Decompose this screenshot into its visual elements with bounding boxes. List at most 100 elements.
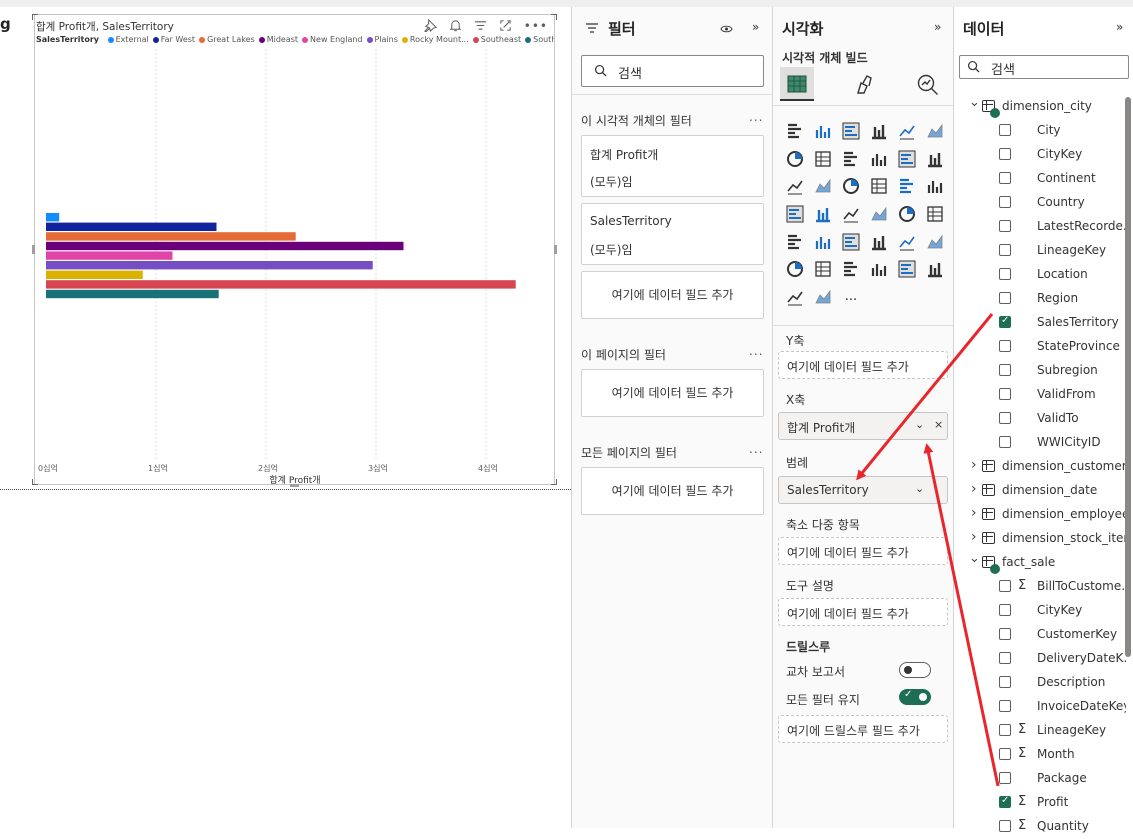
- paginated-visual-icon[interactable]: [893, 255, 921, 283]
- bar-plains[interactable]: [46, 261, 373, 270]
- field-checkbox[interactable]: [999, 268, 1011, 280]
- field-billtocustome-[interactable]: Σ BillToCustome...: [954, 575, 1126, 599]
- legend-item[interactable]: External: [107, 35, 149, 44]
- legend-item[interactable]: Southeast: [472, 35, 521, 44]
- field-profit[interactable]: ✓ Σ Profit: [954, 791, 1126, 815]
- matrix-visual-icon[interactable]: [893, 228, 921, 256]
- bar-external[interactable]: [46, 213, 60, 222]
- field-checkbox[interactable]: [999, 196, 1011, 208]
- table-dimension-customer[interactable]: › dimension_customer: [954, 455, 1126, 479]
- collapse-data-icon[interactable]: »: [1116, 20, 1123, 34]
- field-checkbox[interactable]: [999, 820, 1011, 832]
- chevron-right-icon[interactable]: ›: [971, 457, 977, 473]
- field-package[interactable]: Package: [954, 767, 1126, 791]
- field-quantity[interactable]: Σ Quantity: [954, 815, 1126, 839]
- bar-chart-visual[interactable]: 합계 Profit개, SalesTerritory ••• SalesTerr…: [32, 14, 557, 487]
- tooltip-well[interactable]: 여기에 데이터 필드 추가: [778, 598, 948, 626]
- field-checkbox[interactable]: [999, 580, 1011, 592]
- field-lineagekey[interactable]: LineageKey: [954, 239, 1126, 263]
- chevron-right-icon[interactable]: ›: [971, 529, 977, 545]
- chevron-right-icon[interactable]: ›: [971, 505, 977, 521]
- filled-map-visual-icon[interactable]: [837, 200, 865, 228]
- field-country[interactable]: Country: [954, 191, 1126, 215]
- chevron-down-icon[interactable]: ⌄: [969, 551, 980, 566]
- field-checkbox[interactable]: [999, 148, 1011, 160]
- area-visual-icon[interactable]: [809, 145, 837, 173]
- qa-visual-icon[interactable]: [809, 255, 837, 283]
- table-visual-icon[interactable]: [865, 228, 893, 256]
- field-checkbox[interactable]: [999, 220, 1011, 232]
- metrics-visual-icon[interactable]: [809, 283, 837, 311]
- line-stacked-column-visual-icon[interactable]: [893, 145, 921, 173]
- 100-bar-visual-icon[interactable]: [893, 117, 921, 145]
- table-fact-sale[interactable]: ⌄ fact_sale: [954, 551, 1126, 575]
- ribbon-visual-icon[interactable]: [781, 172, 809, 200]
- decomposition-tree-visual-icon[interactable]: [921, 228, 949, 256]
- legend-item[interactable]: Southwest: [525, 35, 554, 44]
- all-pages-add-field-drop[interactable]: 여기에 데이터 필드 추가: [581, 467, 764, 515]
- line-clustered-column-visual-icon[interactable]: [921, 145, 949, 173]
- bar-rocky-mount-[interactable]: [46, 270, 143, 279]
- field-checkbox[interactable]: ✓: [999, 315, 1011, 328]
- card-visual-icon[interactable]: [921, 200, 949, 228]
- eye-icon[interactable]: [720, 20, 733, 39]
- legend-item[interactable]: Plains: [366, 35, 398, 44]
- field-citykey[interactable]: CityKey: [954, 599, 1126, 623]
- multirow-card-visual-icon[interactable]: [781, 228, 809, 256]
- azure-map-visual-icon[interactable]: [865, 200, 893, 228]
- keep-filters-toggle[interactable]: ✓: [899, 689, 931, 705]
- field-month[interactable]: Σ Month: [954, 743, 1126, 767]
- field-checkbox[interactable]: [999, 604, 1011, 616]
- table-dimension-employee[interactable]: › dimension_employee: [954, 503, 1126, 527]
- power-apps-visual-icon[interactable]: [921, 255, 949, 283]
- field-salesterritory[interactable]: ✓ SalesTerritory: [954, 311, 1126, 335]
- analytics-icon[interactable]: [916, 73, 940, 101]
- filter-card-salesterritory[interactable]: SalesTerritory (모두)임: [581, 203, 764, 265]
- field-checkbox[interactable]: [999, 388, 1011, 400]
- field-checkbox[interactable]: [999, 724, 1011, 736]
- field-validfrom[interactable]: ValidFrom: [954, 383, 1126, 407]
- collapse-filters-icon[interactable]: »: [752, 20, 759, 34]
- bar-southeast[interactable]: [46, 280, 516, 289]
- field-region[interactable]: Region: [954, 287, 1126, 311]
- x-axis-well[interactable]: 합계 Profit개 ⌄ ×: [778, 412, 948, 440]
- data-pane-scrollbar[interactable]: [1125, 97, 1131, 657]
- pie-visual-icon[interactable]: [893, 172, 921, 200]
- filter-card-profit[interactable]: 합계 Profit개 (모두)임: [581, 135, 764, 197]
- field-checkbox[interactable]: [999, 628, 1011, 640]
- chevron-right-icon[interactable]: ›: [971, 481, 977, 497]
- 100-column-visual-icon[interactable]: [921, 117, 949, 145]
- bar-great-lakes[interactable]: [46, 232, 296, 241]
- resize-handle-tl[interactable]: [32, 14, 38, 20]
- more-visual-icon[interactable]: ...: [837, 283, 865, 311]
- field-checkbox[interactable]: [999, 700, 1011, 712]
- field-latestrecorde-[interactable]: LatestRecorde...: [954, 215, 1126, 239]
- stacked-column-visual-icon[interactable]: [809, 117, 837, 145]
- focus-mode-icon[interactable]: [499, 19, 512, 35]
- drillthrough-well[interactable]: 여기에 드릴스루 필드 추가: [778, 715, 948, 743]
- visual-add-field-drop[interactable]: 여기에 데이터 필드 추가: [581, 271, 764, 319]
- table-dimension-city[interactable]: ⌄ dimension_city: [954, 95, 1126, 119]
- key-influencers-visual-icon[interactable]: [781, 255, 809, 283]
- gauge-visual-icon[interactable]: [893, 200, 921, 228]
- field-checkbox[interactable]: [999, 340, 1011, 352]
- field-stateprovince[interactable]: StateProvince: [954, 335, 1126, 359]
- field-checkbox[interactable]: [999, 748, 1011, 760]
- resize-handle-bl[interactable]: [32, 479, 38, 485]
- donut-visual-icon[interactable]: [921, 172, 949, 200]
- field-checkbox[interactable]: [999, 412, 1011, 424]
- field-location[interactable]: Location: [954, 263, 1126, 287]
- field-citykey[interactable]: CityKey: [954, 143, 1126, 167]
- bar-southwest[interactable]: [46, 289, 219, 299]
- field-description[interactable]: Description: [954, 671, 1126, 695]
- slicer-visual-icon[interactable]: [837, 228, 865, 256]
- cross-report-toggle[interactable]: [899, 662, 931, 678]
- field-wwicityid[interactable]: WWICityID: [954, 431, 1126, 455]
- filter-icon[interactable]: [474, 19, 487, 35]
- chevron-down-icon[interactable]: ⌄: [915, 482, 924, 495]
- funnel-visual-icon[interactable]: [837, 172, 865, 200]
- field-checkbox[interactable]: [999, 436, 1011, 448]
- table-dimension-date[interactable]: › dimension_date: [954, 479, 1126, 503]
- field-checkbox[interactable]: [999, 172, 1011, 184]
- treemap-visual-icon[interactable]: [781, 200, 809, 228]
